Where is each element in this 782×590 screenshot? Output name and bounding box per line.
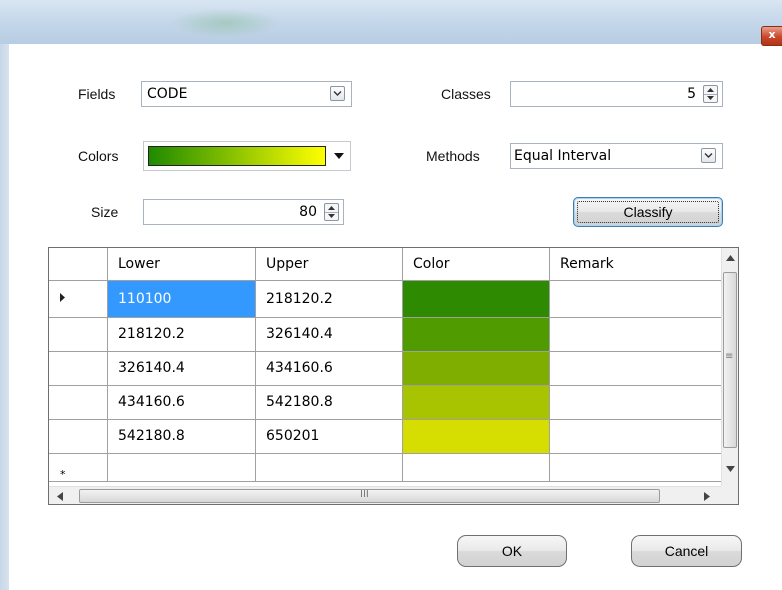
spin-down-icon[interactable] bbox=[325, 212, 338, 220]
color-swatch bbox=[403, 420, 549, 452]
table-row[interactable]: 434160.6 542180.8 bbox=[49, 384, 722, 420]
cell-upper[interactable]: 218120.2 bbox=[255, 279, 403, 318]
scroll-right-icon[interactable] bbox=[704, 492, 710, 501]
cell-color[interactable] bbox=[402, 350, 550, 386]
classes-label: Classes bbox=[441, 86, 491, 102]
classes-spinner[interactable]: 5 bbox=[510, 81, 723, 107]
classify-button[interactable]: Classify bbox=[573, 197, 723, 227]
cell-lower[interactable]: 434160.6 bbox=[107, 384, 256, 420]
row-header[interactable] bbox=[49, 418, 108, 454]
column-header-lower[interactable]: Lower bbox=[107, 248, 256, 281]
classes-value: 5 bbox=[687, 86, 696, 102]
row-header[interactable] bbox=[49, 316, 108, 352]
horizontal-scroll-thumb[interactable]: III bbox=[79, 489, 660, 503]
ok-button-label: OK bbox=[501, 543, 523, 559]
size-label: Size bbox=[91, 204, 119, 220]
cell-remark[interactable] bbox=[549, 452, 722, 482]
column-header-remark[interactable]: Remark bbox=[549, 248, 722, 281]
row-header[interactable]: * bbox=[49, 452, 108, 482]
row-header-corner bbox=[49, 248, 108, 281]
color-ramp-preview bbox=[148, 146, 326, 166]
size-spin-buttons[interactable] bbox=[324, 203, 339, 221]
chevron-down-icon[interactable] bbox=[701, 148, 716, 163]
chevron-down-icon[interactable] bbox=[330, 86, 345, 101]
scroll-up-icon[interactable] bbox=[726, 255, 735, 261]
cell-upper[interactable]: 542180.8 bbox=[255, 384, 403, 420]
cell-upper[interactable] bbox=[255, 452, 403, 482]
table-row[interactable]: 326140.4 434160.6 bbox=[49, 350, 722, 386]
spin-down-icon[interactable] bbox=[704, 94, 717, 102]
color-swatch bbox=[403, 352, 549, 384]
cell-remark[interactable] bbox=[549, 384, 722, 420]
fields-dropdown[interactable]: CODE bbox=[141, 81, 352, 107]
size-value: 80 bbox=[299, 204, 317, 220]
cell-remark[interactable] bbox=[549, 279, 722, 318]
methods-dropdown[interactable]: Equal Interval bbox=[510, 143, 723, 169]
cancel-button[interactable]: Cancel bbox=[631, 535, 742, 567]
grip-icon: III bbox=[360, 489, 369, 500]
close-button[interactable]: x bbox=[761, 26, 782, 46]
grip-icon: ≡ bbox=[725, 351, 734, 362]
window-left-border bbox=[0, 44, 9, 590]
cell-color[interactable] bbox=[402, 279, 550, 318]
close-icon: x bbox=[768, 28, 776, 41]
column-header-upper[interactable]: Upper bbox=[255, 248, 403, 281]
vertical-scrollbar[interactable]: ≡ bbox=[721, 248, 738, 486]
cell-upper[interactable]: 326140.4 bbox=[255, 316, 403, 352]
cell-color[interactable] bbox=[402, 384, 550, 420]
fields-label: Fields bbox=[78, 86, 116, 102]
table-row[interactable]: 110100 218120.2 bbox=[49, 279, 722, 318]
table-row[interactable]: 218120.2 326140.4 bbox=[49, 316, 722, 352]
cell-remark[interactable] bbox=[549, 418, 722, 454]
table-row[interactable]: 542180.8 650201 bbox=[49, 418, 722, 454]
row-header[interactable] bbox=[49, 350, 108, 386]
title-bar: x bbox=[0, 0, 782, 46]
colors-label: Colors bbox=[78, 148, 119, 164]
grid-header-row: Lower Upper Color Remark bbox=[49, 248, 722, 281]
fields-value: CODE bbox=[147, 86, 188, 102]
cell-lower[interactable]: 542180.8 bbox=[107, 418, 256, 454]
cell-lower[interactable]: 326140.4 bbox=[107, 350, 256, 386]
scroll-left-icon[interactable] bbox=[57, 492, 63, 501]
size-spinner[interactable]: 80 bbox=[143, 199, 344, 225]
row-header[interactable] bbox=[49, 384, 108, 420]
ok-button[interactable]: OK bbox=[457, 535, 567, 567]
horizontal-scrollbar[interactable]: III bbox=[49, 486, 721, 504]
classify-button-label: Classify bbox=[623, 204, 673, 220]
cell-upper[interactable]: 650201 bbox=[255, 418, 403, 454]
cell-color[interactable] bbox=[402, 418, 550, 454]
cell-remark[interactable] bbox=[549, 316, 722, 352]
cell-lower[interactable]: 218120.2 bbox=[107, 316, 256, 352]
classes-spin-buttons[interactable] bbox=[703, 85, 718, 103]
cell-remark[interactable] bbox=[549, 350, 722, 386]
methods-label: Methods bbox=[426, 148, 480, 164]
classes-grid[interactable]: Lower Upper Color Remark 110100 218120.2… bbox=[48, 247, 739, 505]
column-header-color[interactable]: Color bbox=[402, 248, 550, 281]
dropdown-arrow-icon[interactable] bbox=[334, 153, 344, 159]
methods-value: Equal Interval bbox=[514, 148, 612, 164]
cell-upper[interactable]: 434160.6 bbox=[255, 350, 403, 386]
vertical-scroll-thumb[interactable]: ≡ bbox=[723, 272, 737, 448]
row-header[interactable] bbox=[49, 279, 108, 318]
cell-color[interactable] bbox=[402, 452, 550, 482]
color-ramp-dropdown[interactable] bbox=[143, 141, 351, 171]
color-swatch bbox=[403, 318, 549, 350]
new-row-icon: * bbox=[60, 467, 66, 481]
cell-lower[interactable] bbox=[107, 452, 256, 482]
new-row[interactable]: * bbox=[49, 452, 722, 482]
scroll-down-icon[interactable] bbox=[726, 466, 735, 472]
classes-table: Lower Upper Color Remark 110100 218120.2… bbox=[49, 248, 722, 482]
cancel-button-label: Cancel bbox=[664, 543, 709, 559]
scroll-corner bbox=[721, 486, 738, 504]
cell-color[interactable] bbox=[402, 316, 550, 352]
current-row-icon bbox=[60, 292, 65, 302]
cell-lower[interactable]: 110100 bbox=[107, 279, 256, 318]
title-bar-glow bbox=[170, 8, 280, 38]
color-swatch bbox=[403, 281, 549, 316]
color-swatch bbox=[403, 386, 549, 418]
